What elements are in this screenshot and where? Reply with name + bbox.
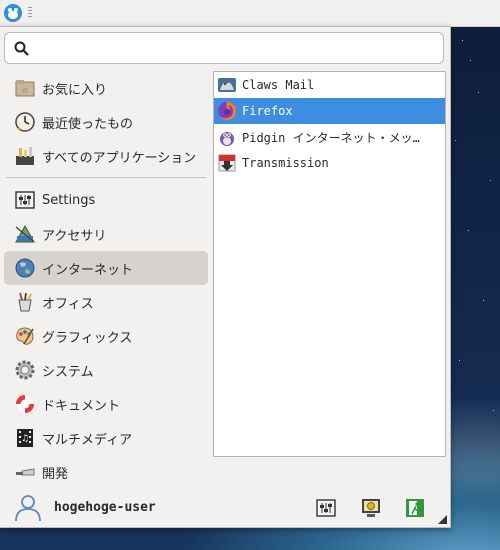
category-graphics[interactable]: グラフィックス	[4, 319, 208, 353]
user-avatar-icon	[15, 495, 41, 522]
category-label: システム	[42, 364, 94, 380]
application-menu: ☆ お気に入り 最近使ったもの すべてのアプリケーション Settings アク…	[0, 26, 451, 528]
category-label: 最近使ったもの	[42, 116, 134, 132]
category-label: アクセサリ	[42, 228, 107, 244]
category-recent[interactable]: 最近使ったもの	[4, 105, 208, 139]
category-all-applications[interactable]: すべてのアプリケーション	[4, 139, 208, 173]
category-multimedia[interactable]: ♫ マルチメディア	[4, 421, 208, 455]
app-item-firefox[interactable]: Firefox	[214, 98, 445, 124]
category-office[interactable]: オフィス	[4, 285, 208, 319]
menu-footer: hogehoge-user	[0, 487, 450, 527]
favorites-icon: ☆	[12, 75, 38, 101]
lock-screen-icon	[362, 499, 380, 517]
xfce-mouse-icon	[4, 4, 22, 22]
internet-globe-icon	[12, 255, 38, 281]
all-applications-icon	[12, 143, 38, 169]
firefox-icon	[216, 100, 238, 122]
search-input[interactable]	[37, 38, 436, 60]
pidgin-icon	[216, 126, 238, 148]
resize-grip[interactable]	[438, 515, 447, 524]
category-label: Settings	[42, 192, 96, 208]
app-label: Pidgin インターネット・メッ…	[242, 130, 420, 145]
whisker-menu-button[interactable]	[2, 2, 24, 24]
accessories-icon	[12, 221, 38, 247]
log-out-button[interactable]	[403, 496, 427, 520]
category-documentation[interactable]: ドキュメント	[4, 387, 208, 421]
search-box[interactable]	[4, 32, 444, 64]
application-list: Claws Mail Firefox Pidgin インターネット・メッ… Tr…	[213, 71, 446, 457]
app-label: Transmission	[242, 156, 329, 170]
settings-manager-icon	[316, 499, 336, 517]
documentation-lifebuoy-icon	[12, 391, 38, 417]
recent-clock-icon	[12, 109, 38, 135]
settings-icon	[12, 187, 38, 213]
category-internet[interactable]: インターネット	[4, 251, 208, 285]
category-label: すべてのアプリケーション	[42, 150, 197, 166]
category-label: オフィス	[42, 296, 94, 312]
settings-manager-button[interactable]	[314, 496, 338, 520]
category-system[interactable]: システム	[4, 353, 208, 387]
category-settings[interactable]: Settings	[4, 183, 208, 217]
category-label: マルチメディア	[42, 432, 133, 448]
lock-screen-button[interactable]	[359, 496, 383, 520]
claws-mail-icon	[216, 74, 238, 96]
category-label: グラフィックス	[42, 330, 133, 346]
app-label: Claws Mail	[242, 78, 315, 92]
svg-text:♫: ♫	[21, 434, 29, 444]
category-divider	[6, 177, 206, 178]
category-label: お気に入り	[42, 82, 108, 98]
category-list: ☆ お気に入り 最近使ったもの すべてのアプリケーション Settings アク…	[4, 71, 208, 489]
transmission-icon	[216, 152, 238, 174]
app-item-transmission[interactable]: Transmission	[214, 150, 445, 176]
graphics-palette-icon	[12, 323, 38, 349]
svg-text:☆: ☆	[21, 86, 28, 95]
category-label: ドキュメント	[42, 398, 121, 414]
multimedia-film-icon: ♫	[12, 425, 38, 451]
category-development[interactable]: 開発	[4, 455, 208, 489]
category-accessories[interactable]: アクセサリ	[4, 217, 208, 251]
panel-handle[interactable]	[28, 7, 32, 19]
top-panel	[0, 0, 500, 27]
app-label: Firefox	[242, 104, 293, 118]
system-gear-icon	[12, 357, 38, 383]
app-item-claws-mail[interactable]: Claws Mail	[214, 72, 445, 98]
app-item-pidgin[interactable]: Pidgin インターネット・メッ…	[214, 124, 445, 150]
username-label: hogehoge-user	[54, 500, 156, 515]
log-out-icon	[406, 499, 424, 517]
development-trowel-icon	[12, 459, 38, 485]
category-label: インターネット	[42, 262, 134, 278]
search-icon	[14, 41, 29, 56]
category-favorites[interactable]: ☆ お気に入り	[4, 71, 208, 105]
category-label: 開発	[42, 466, 69, 482]
office-icon	[12, 289, 38, 315]
